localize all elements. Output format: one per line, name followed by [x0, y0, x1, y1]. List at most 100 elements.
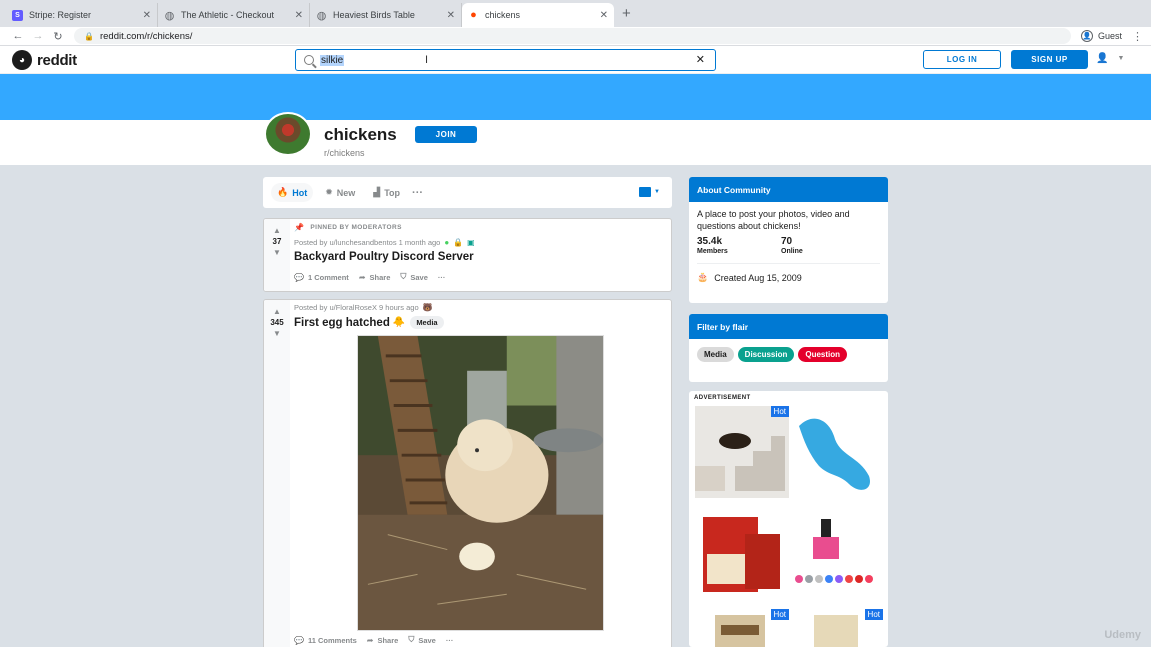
- profile-label: Guest: [1097, 31, 1122, 41]
- share-label: Share: [377, 635, 399, 645]
- browser-tab-active[interactable]: ● chickens ✕: [462, 3, 614, 27]
- online-stat: 70 Online: [781, 236, 865, 255]
- post-image[interactable]: [357, 335, 604, 631]
- ad-product-bag-2[interactable]: Hot: [789, 609, 883, 647]
- downvote-icon[interactable]: ▼: [273, 329, 281, 338]
- dino-toy-image: [799, 418, 870, 490]
- ad-product-pet-food-bag[interactable]: Hot: [695, 609, 789, 647]
- nail-polish-image: [795, 519, 873, 583]
- filter-by-flair-header: Filter by flair: [689, 314, 888, 339]
- pin-icon: 📌: [294, 223, 305, 232]
- comment-icon: 💬: [294, 272, 304, 282]
- post-title[interactable]: First egg hatched 🐥 Media: [294, 316, 665, 329]
- comments-button[interactable]: 💬 11 Comments: [294, 636, 357, 645]
- upvote-icon[interactable]: ▲: [273, 226, 281, 235]
- search-input[interactable]: silkie I ✕: [295, 49, 716, 71]
- post-meta-text: Posted by u/FloralRoseX 9 hours ago: [294, 303, 419, 312]
- bookmark-icon: ⛉: [408, 635, 415, 644]
- kebab-menu-icon[interactable]: ⋮: [1132, 30, 1143, 43]
- reload-icon[interactable]: ↻: [48, 30, 68, 43]
- post-flair[interactable]: Media: [410, 316, 444, 329]
- more-options-button[interactable]: ···: [446, 636, 454, 645]
- sort-more-icon[interactable]: ···: [412, 187, 423, 199]
- tab-title: chickens: [485, 10, 521, 20]
- forward-arrow-icon[interactable]: →: [28, 30, 48, 42]
- back-arrow-icon[interactable]: ←: [8, 30, 28, 42]
- cake-icon: 🎂: [697, 272, 709, 282]
- url-text: reddit.com/r/chickens/: [99, 30, 193, 42]
- image-icon: ▣: [467, 238, 475, 247]
- community-avatar: [264, 112, 312, 156]
- close-tab-icon[interactable]: ✕: [447, 10, 455, 21]
- community-header: [0, 120, 1151, 165]
- created-text: Created Aug 15, 2009: [714, 272, 802, 283]
- close-tab-icon[interactable]: ✕: [295, 10, 303, 21]
- share-button[interactable]: ➦ Share: [359, 273, 391, 282]
- close-tab-icon[interactable]: ✕: [143, 10, 151, 21]
- browser-tab[interactable]: ◍ The Athletic - Checkout ✕: [158, 3, 310, 27]
- more-options-button[interactable]: ···: [438, 273, 446, 282]
- lock-icon: 🔒: [453, 238, 464, 247]
- reddit-header: ◕ reddit silkie I ✕ LOG IN SIGN UP 👤 ▼: [0, 46, 1151, 74]
- save-button[interactable]: ⛉ Save: [408, 635, 436, 645]
- globe-favicon-icon: ◍: [164, 9, 175, 22]
- ad-product-dog-food[interactable]: [695, 509, 789, 601]
- flair-question[interactable]: Question: [798, 347, 848, 362]
- view-toggle[interactable]: ▼: [639, 187, 660, 197]
- comments-button[interactable]: 💬 1 Comment: [294, 273, 349, 282]
- udemy-watermark: Udemy: [1104, 629, 1141, 641]
- advertisement-label: ADVERTISEMENT: [694, 395, 751, 401]
- award-icon: 🐻: [422, 303, 433, 312]
- dog-stairs-image: [695, 433, 785, 491]
- post-card-pinned[interactable]: ▲ 37 ▼ 📌 PINNED BY MODERATORS Posted by …: [263, 218, 672, 292]
- downvote-icon[interactable]: ▼: [273, 248, 281, 257]
- stripe-favicon-icon: S: [12, 9, 23, 21]
- post-meta: Posted by u/lunchesandbentos 1 month ago…: [294, 238, 665, 247]
- flair-media[interactable]: Media: [697, 347, 734, 362]
- browser-toolbar: ← → ↻ 🔒 reddit.com/r/chickens/ 👤 Guest ⋮: [0, 27, 1151, 46]
- browser-tab[interactable]: S Stripe: Register ✕: [6, 3, 158, 27]
- flair-discussion[interactable]: Discussion: [737, 347, 795, 362]
- post-actions: 💬 11 Comments ➦ Share ⛉ Save ···: [294, 635, 463, 645]
- upvote-icon[interactable]: ▲: [273, 307, 281, 316]
- members-label: Members: [697, 248, 728, 255]
- text-cursor-icon: I: [425, 54, 429, 66]
- logo-wordmark: reddit: [37, 51, 77, 69]
- lock-icon: 🔒: [84, 31, 94, 41]
- sort-top[interactable]: ▟ Top: [367, 183, 406, 202]
- sort-new[interactable]: ✹ New: [319, 183, 361, 202]
- community-name: chickens: [324, 125, 397, 144]
- join-button[interactable]: JOIN: [415, 126, 477, 143]
- card-view-icon: [639, 187, 652, 197]
- signup-button[interactable]: SIGN UP: [1011, 50, 1088, 69]
- ad-product-dog-stairs[interactable]: Hot: [695, 406, 789, 498]
- pinned-text: PINNED BY MODERATORS: [310, 224, 402, 231]
- share-label: Share: [369, 272, 391, 282]
- bookmark-icon: ⛉: [400, 272, 407, 281]
- reddit-logo[interactable]: ◕ reddit: [12, 50, 77, 70]
- community-subreddit: r/chickens: [324, 148, 365, 158]
- community-banner: [0, 74, 1151, 120]
- address-bar[interactable]: 🔒 reddit.com/r/chickens/: [74, 28, 1071, 44]
- advertisement[interactable]: ADVERTISEMENT ▷ ✕ Hot: [689, 391, 888, 647]
- share-button[interactable]: ➦ Share: [367, 636, 399, 645]
- filter-by-flair-widget: Filter by flair Media Discussion Questio…: [689, 314, 888, 382]
- post-title[interactable]: Backyard Poultry Discord Server: [294, 251, 665, 263]
- vote-count: 345: [270, 318, 284, 327]
- user-menu[interactable]: 👤 ▼: [1096, 53, 1124, 64]
- login-button[interactable]: LOG IN: [923, 50, 1001, 69]
- profile-button[interactable]: 👤 Guest: [1080, 30, 1122, 42]
- tab-title: The Athletic - Checkout: [181, 10, 275, 20]
- save-button[interactable]: ⛉ Save: [400, 272, 428, 282]
- search-icon: [304, 55, 314, 65]
- ad-product-nail-polish[interactable]: [789, 509, 883, 601]
- browser-tab[interactable]: ◍ Heaviest Birds Table ✕: [310, 3, 462, 27]
- new-tab-icon[interactable]: +: [622, 3, 631, 27]
- share-icon: ➦: [366, 635, 374, 645]
- sort-hot[interactable]: 🔥 Hot: [271, 183, 314, 202]
- bar-chart-icon: ▟: [373, 187, 381, 197]
- close-tab-icon[interactable]: ✕: [600, 10, 608, 21]
- clear-search-icon[interactable]: ✕: [696, 53, 705, 66]
- comments-label: 1 Comment: [307, 272, 349, 282]
- ad-product-dino-toy[interactable]: [789, 406, 883, 498]
